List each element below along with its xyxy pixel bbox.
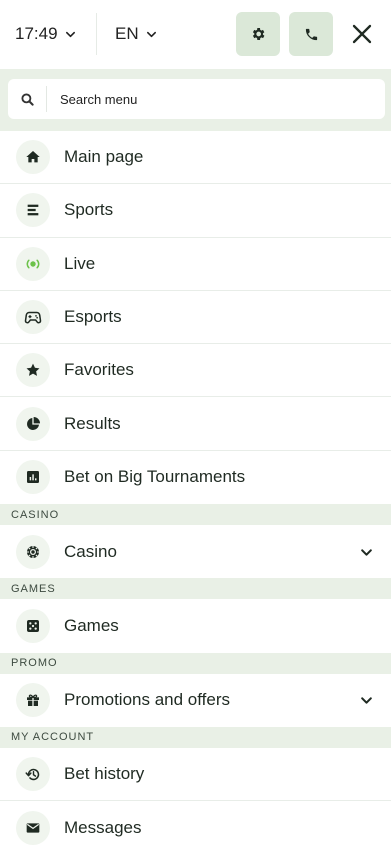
chevron-down-icon[interactable] — [360, 694, 373, 707]
language-selector[interactable]: EN — [115, 22, 157, 46]
section-header-casino: CASINO — [0, 504, 391, 526]
gift-icon — [16, 683, 50, 718]
menu-item-label: Bet history — [64, 764, 145, 784]
menu-item-label: Promotions and offers — [64, 690, 230, 710]
menu-item-label: Esports — [64, 307, 122, 327]
history-icon — [16, 757, 50, 792]
menu-item-label: Favorites — [64, 360, 134, 380]
dice-icon — [16, 609, 50, 644]
menu-item-label: Results — [64, 413, 121, 433]
menu-item-label: Casino — [64, 541, 117, 561]
section-header-my-account: MY ACCOUNT — [0, 726, 391, 748]
phone-button[interactable] — [289, 12, 333, 56]
close-button[interactable] — [346, 18, 378, 50]
chevron-down-icon — [65, 31, 75, 37]
star-icon — [16, 353, 50, 388]
section-header-games: GAMES — [0, 578, 391, 600]
time-selector[interactable]: 17:49 — [15, 22, 76, 46]
gear-icon — [252, 28, 265, 40]
menu-item-label: Main page — [64, 147, 144, 167]
menu-item-results[interactable]: Results — [0, 397, 391, 451]
language-value: EN — [115, 24, 139, 43]
time-value: 17:49 — [15, 24, 58, 43]
menu-item-bet-history[interactable]: Bet history — [0, 747, 391, 802]
chevron-down-icon — [146, 31, 156, 37]
menu-item-label: Live — [64, 253, 96, 273]
menu-item-label: Sports — [64, 200, 114, 220]
menu-item-games[interactable]: Games — [0, 599, 391, 653]
menu-item-sports[interactable]: Sports — [0, 184, 391, 238]
menu-item-label: Games — [64, 616, 119, 636]
menu-item-messages[interactable]: Messages — [0, 801, 391, 851]
pie-chart-icon — [16, 406, 50, 441]
section-header-promo: PROMO — [0, 652, 391, 674]
live-broadcast-icon — [16, 246, 50, 281]
chevron-down-icon[interactable] — [360, 546, 373, 559]
menu-item-main-page[interactable]: Main page — [0, 131, 391, 185]
bar-chart-icon — [16, 460, 50, 495]
menu-item-esports[interactable]: Esports — [0, 290, 391, 345]
menu-item-live[interactable]: Live — [0, 237, 391, 291]
top-bar: 17:49 EN — [0, 0, 391, 69]
home-icon — [16, 140, 50, 175]
menu-item-promotions[interactable]: Promotions and offers — [0, 673, 391, 727]
casino-chip-icon — [16, 534, 50, 569]
menu-item-casino[interactable]: Casino — [0, 525, 391, 579]
search-box[interactable] — [8, 79, 385, 119]
settings-button[interactable] — [236, 12, 280, 56]
menu-list: Main page Sports Live Esports Favorites … — [0, 131, 391, 851]
menu-item-label: Bet on Big Tournaments — [64, 467, 246, 487]
gamepad-icon — [16, 300, 50, 335]
envelope-icon — [16, 810, 50, 845]
search-icon — [8, 79, 46, 119]
divider — [96, 13, 97, 55]
phone-icon — [305, 28, 317, 40]
search-bar — [0, 69, 391, 131]
list-icon — [16, 193, 50, 228]
search-input[interactable] — [47, 80, 385, 118]
menu-item-label: Messages — [64, 817, 142, 837]
menu-item-big-tournaments[interactable]: Bet on Big Tournaments — [0, 450, 391, 505]
close-icon — [352, 24, 372, 44]
menu-item-favorites[interactable]: Favorites — [0, 344, 391, 398]
